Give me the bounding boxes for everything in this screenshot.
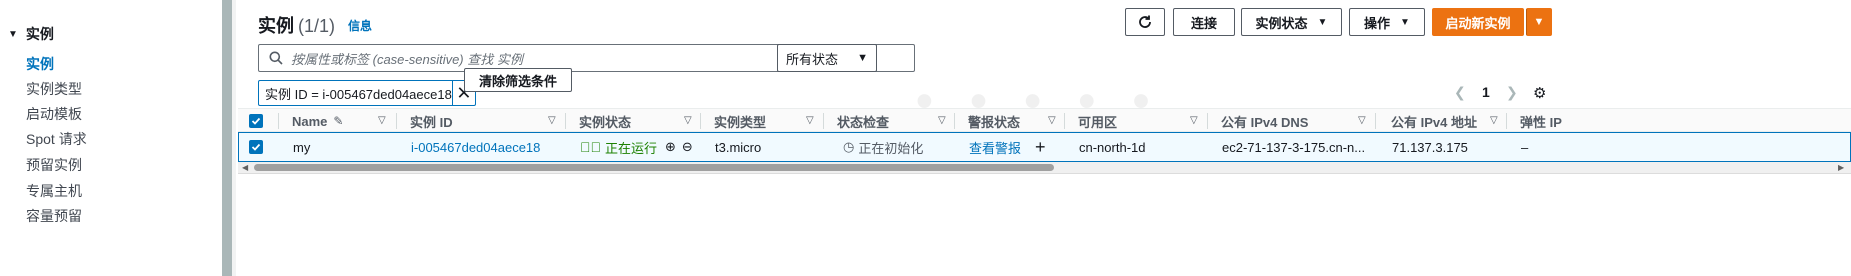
column-header-name[interactable]: Name ✎ <box>292 109 343 133</box>
actions-button[interactable]: 操作 ▼ <box>1349 8 1425 36</box>
select-all-checkbox[interactable] <box>249 114 263 128</box>
column-header-public-dns[interactable]: 公有 IPv4 DNS <box>1221 109 1308 133</box>
cell-instance-state: ✓⃝ 正在运行 ⊕ ⊖ <box>580 139 693 156</box>
refresh-button[interactable] <box>1125 8 1165 36</box>
column-header-alarm-status[interactable]: 警报状态 <box>968 109 1020 133</box>
sort-icon[interactable]: ▽ <box>1490 115 1498 126</box>
scroll-left-icon[interactable]: ◀ <box>242 163 248 172</box>
instances-panel: • • • • • 实例 (1/1) 信息 连接 实例状态 ▼ 操作 ▼ 启动新实例 … <box>236 0 1851 276</box>
info-link[interactable]: 信息 <box>348 17 372 34</box>
launch-dropdown-button[interactable]: ▼ <box>1526 8 1552 36</box>
sort-icon[interactable]: ▽ <box>548 115 556 126</box>
sort-icon[interactable]: ▽ <box>1048 115 1056 126</box>
sort-icon[interactable]: ▽ <box>1190 115 1198 126</box>
cell-instance-id-link[interactable]: i-005467ded04aece18 <box>411 133 540 161</box>
zoom-in-icon[interactable]: ⊕ <box>665 139 676 155</box>
connect-button[interactable]: 连接 <box>1173 8 1235 36</box>
sidebar-item-instances[interactable]: 实例 <box>26 54 54 74</box>
column-header-instance-id[interactable]: 实例 ID <box>410 109 453 133</box>
page-number[interactable]: 1 <box>1482 84 1490 100</box>
check-icon <box>251 143 261 151</box>
cell-availability-zone: cn-north-1d <box>1079 139 1146 155</box>
gear-icon[interactable]: ⚙ <box>1533 84 1546 102</box>
column-header-instance-state[interactable]: 实例状态 <box>579 109 631 133</box>
sidebar-item-reserved-instances[interactable]: 预留实例 <box>26 155 82 175</box>
filter-chip-label: 实例 ID = i-005467ded04aece18 <box>259 81 453 105</box>
search-icon <box>269 51 283 65</box>
caret-down-icon: ▼ <box>857 52 868 64</box>
sort-icon[interactable]: ▽ <box>684 115 692 126</box>
column-header-availability-zone[interactable]: 可用区 <box>1078 109 1117 133</box>
column-header-instance-type[interactable]: 实例类型 <box>714 109 766 133</box>
cell-public-dns: ec2-71-137-3-175.cn-n... <box>1222 139 1366 155</box>
refresh-icon <box>1139 15 1151 28</box>
sidebar-item-launch-templates[interactable]: 启动模板 <box>26 104 82 124</box>
sort-icon[interactable]: ▽ <box>938 115 946 126</box>
sidebar-item-instance-types[interactable]: 实例类型 <box>26 79 82 99</box>
sidebar-section-header[interactable]: ▼ 实例 <box>8 24 54 44</box>
cell-name: my <box>293 139 311 155</box>
caret-down-icon: ▼ <box>1317 16 1328 28</box>
sidebar-item-spot-requests[interactable]: Spot 请求 <box>26 129 87 149</box>
view-alarms-link[interactable]: 查看警报 <box>969 133 1021 161</box>
page-title: 实例 (1/1) <box>258 16 336 36</box>
filter-chip: 实例 ID = i-005467ded04aece18 ✕ <box>258 80 476 106</box>
column-header-status-check[interactable]: 状态检查 <box>837 109 889 133</box>
main-content: • • • • • 实例 (1/1) 信息 连接 实例状态 ▼ 操作 ▼ 启动新实例 … <box>232 0 1851 276</box>
column-header-public-ip[interactable]: 公有 IPv4 地址 <box>1391 109 1477 133</box>
edit-icon: ✎ <box>333 114 344 128</box>
sort-icon[interactable]: ▽ <box>806 115 814 126</box>
state-filter-select[interactable]: 所有状态 ▼ <box>777 44 877 72</box>
cell-instance-type: t3.micro <box>715 139 762 155</box>
table-row[interactable]: my i-005467ded04aece18 ✓⃝ 正在运行 ⊕ ⊖ t3.mi… <box>238 132 1851 162</box>
clock-icon: ◷ <box>843 139 855 154</box>
cell-status-check: ◷ 正在初始化 <box>843 139 924 156</box>
sidebar-item-capacity-reservations[interactable]: 容量预留 <box>26 206 82 226</box>
check-icon <box>251 117 261 125</box>
caret-down-icon: ▼ <box>1400 16 1410 28</box>
next-page-icon[interactable]: ❯ <box>1506 84 1518 101</box>
sidebar: ▼ 实例 实例 实例类型 启动模板 Spot 请求 预留实例 专属主机 容量预留 <box>0 0 222 276</box>
caret-down-icon: ▼ <box>1533 16 1545 28</box>
cell-elastic-ip: – <box>1521 139 1529 155</box>
table-header: Name ✎ ▽ 实例 ID ▽ 实例状态 ▽ 实例类型 ▽ 状态检查 ▽ 警报… <box>238 108 1851 132</box>
add-alarm-icon[interactable]: + <box>1035 133 1046 161</box>
column-header-elastic-ip[interactable]: 弹性 IP <box>1520 109 1562 133</box>
horizontal-scrollbar[interactable]: ◀ ▶ <box>238 162 1851 174</box>
instance-state-button[interactable]: 实例状态 ▼ <box>1241 8 1342 36</box>
check-circle-icon: ✓⃝ <box>580 139 601 155</box>
clear-filters-button[interactable]: 清除筛选条件 <box>464 68 572 92</box>
launch-instance-button[interactable]: 启动新实例 <box>1432 8 1524 36</box>
sidebar-item-dedicated-hosts[interactable]: 专属主机 <box>26 181 82 201</box>
zoom-out-icon[interactable]: ⊖ <box>682 139 693 155</box>
cell-public-ip: 71.137.3.175 <box>1392 139 1468 155</box>
sort-icon[interactable]: ▽ <box>1358 115 1366 126</box>
sort-icon[interactable]: ▽ <box>378 115 386 126</box>
prev-page-icon[interactable]: ❮ <box>1454 84 1466 101</box>
row-checkbox[interactable] <box>249 140 263 154</box>
sidebar-resize-handle[interactable] <box>222 0 232 276</box>
scroll-right-icon[interactable]: ▶ <box>1838 163 1844 172</box>
scrollbar-thumb[interactable] <box>254 164 1054 171</box>
caret-down-icon: ▼ <box>8 28 18 40</box>
